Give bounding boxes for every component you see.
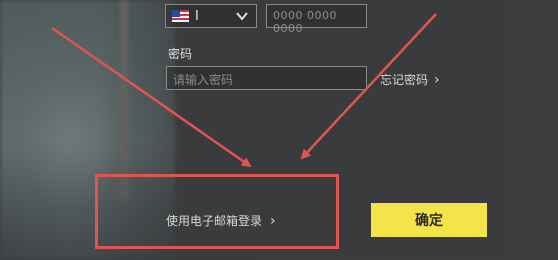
chevron-down-icon	[236, 12, 248, 21]
password-label: 密码	[168, 47, 193, 61]
phone-number-input[interactable]: 0000 0000 0000	[266, 4, 367, 35]
country-code-select[interactable]: I	[165, 4, 257, 28]
us-flag-icon	[172, 10, 189, 22]
password-input[interactable]: 请输入密码	[166, 66, 367, 90]
forgot-password-link[interactable]: 忘记密码 ›	[380, 71, 440, 88]
country-code-value: I	[195, 8, 199, 24]
annotation-highlight-box	[95, 174, 339, 249]
forgot-password-label: 忘记密码	[380, 73, 429, 87]
chevron-right-icon: ›	[434, 71, 440, 88]
confirm-button[interactable]: 确定	[371, 203, 487, 237]
